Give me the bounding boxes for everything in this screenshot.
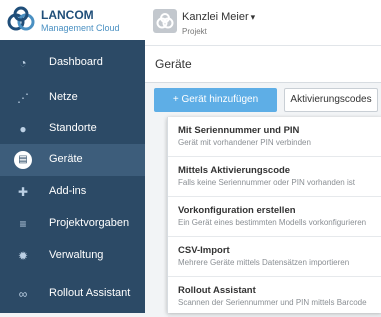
lancom-logo-icon [7, 6, 35, 31]
sidebar-item-label: Rollout Assistant [49, 287, 131, 299]
menu-item-csv-import[interactable]: CSV-Import Mehrere Geräte mittels Datensä… [168, 237, 381, 277]
menu-item-title: Mit Seriennummer und PIN [178, 125, 300, 136]
menu-item-rollout-assistant[interactable]: Rollout Assistant Scannen der Seriennumme… [168, 277, 381, 317]
dashboard-icon: ◔ [19, 56, 27, 70]
menu-item-description: Ein Gerät eines bestimmten Modells vorko… [178, 218, 367, 227]
gear-icon: ✹ [17, 249, 29, 263]
sidebar-item-rollout-assistant[interactable]: ∞ Rollout Assistant [0, 278, 145, 310]
brand-subtitle: Management Cloud [41, 23, 120, 33]
sidebar-item-projektvorgaben[interactable]: ≡ Projektvorgaben [0, 208, 145, 240]
sliders-icon: ≡ [19, 217, 27, 231]
project-logo-icon [156, 13, 174, 29]
sidebar-item-label: Projektvorgaben [49, 217, 130, 229]
project-avatar[interactable] [153, 9, 177, 33]
page-title-bar: Geräte [145, 45, 381, 83]
activation-codes-button[interactable]: Aktivierungscodes [284, 88, 378, 112]
page-title: Geräte [155, 57, 192, 71]
sidebar-item-dashboard[interactable]: ◔ Dashboard [0, 47, 145, 79]
project-label: Projekt [182, 27, 207, 36]
sidebar-item-add-ins[interactable]: ✚ Add-ins [0, 176, 145, 208]
add-device-button[interactable]: + Gerät hinzufügen [154, 88, 277, 112]
rollout-icon: ∞ [18, 287, 28, 301]
location-pin-icon: ● [19, 122, 27, 136]
brand-header[interactable]: LANCOM Management Cloud [0, 0, 145, 40]
menu-item-description: Mehrere Geräte mittels Datensätzen impor… [178, 258, 350, 267]
project-header: Kanzlei Meier ▾ Projekt [145, 0, 381, 45]
sidebar-item-label: Geräte [49, 153, 83, 165]
menu-item-description: Scannen der Seriennummer und PIN mittels… [178, 298, 367, 307]
puzzle-icon: ✚ [17, 185, 29, 199]
menu-item-title: Vorkonfiguration erstellen [178, 205, 296, 216]
sidebar-item-label: Standorte [49, 122, 97, 134]
device-icon: ▤ [14, 151, 32, 169]
project-selector[interactable]: Kanzlei Meier ▾ [182, 11, 255, 23]
menu-item-title: Rollout Assistant [178, 285, 256, 296]
menu-item-mittels-aktivierungscode[interactable]: Mittels Aktivierungscode Falls keine Seri… [168, 157, 381, 197]
brand-name: LANCOM [41, 8, 94, 22]
menu-item-description: Gerät mit vorhandener PIN verbinden [178, 138, 311, 147]
network-icon: ⋰ [17, 91, 29, 105]
menu-item-vorkonfiguration-erstellen[interactable]: Vorkonfiguration erstellen Ein Gerät eine… [168, 197, 381, 237]
add-device-dropdown: Mit Seriennummer und PIN Gerät mit vorhan… [167, 117, 381, 317]
menu-item-description: Falls keine Seriennummer oder PIN vorhan… [178, 178, 355, 187]
sidebar-item-label: Netze [49, 91, 78, 103]
sidebar-item-verwaltung[interactable]: ✹ Verwaltung [0, 240, 145, 272]
project-name: Kanzlei Meier [182, 11, 249, 23]
sidebar-item-geraete[interactable]: ▤ Geräte [0, 144, 145, 176]
sidebar-item-standorte[interactable]: ● Standorte [0, 113, 145, 145]
sidebar-item-netze[interactable]: ⋰ Netze [0, 82, 145, 114]
menu-item-title: CSV-Import [178, 245, 230, 256]
sidebar-item-label: Dashboard [49, 56, 103, 68]
sidebar-item-label: Add-ins [49, 185, 87, 197]
menu-item-mit-seriennummer-und-pin[interactable]: Mit Seriennummer und PIN Gerät mit vorhan… [168, 117, 381, 157]
chevron-down-icon: ▾ [250, 12, 256, 22]
menu-item-title: Mittels Aktivierungscode [178, 165, 291, 176]
sidebar-item-label: Verwaltung [49, 249, 104, 261]
sidebar: LANCOM Management Cloud ◔ Dashboard ⋰ Netze… [0, 0, 145, 313]
